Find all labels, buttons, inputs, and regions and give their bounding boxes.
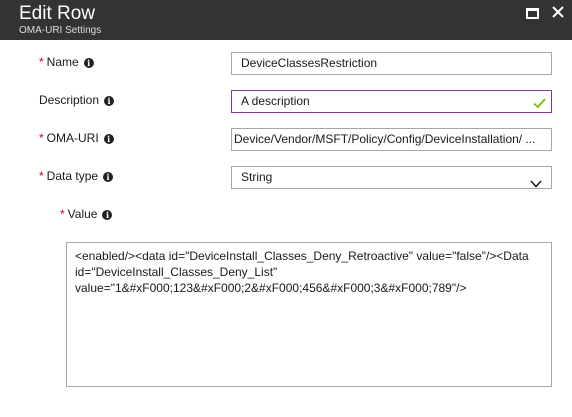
name-label: * Name i	[39, 54, 94, 70]
description-input[interactable]: A description	[231, 90, 552, 113]
maximize-icon[interactable]	[526, 8, 539, 19]
required-marker: *	[60, 207, 65, 221]
chevron-down-icon	[530, 174, 542, 188]
info-icon[interactable]: i	[83, 58, 94, 68]
blade-header: Edit Row OMA-URI Settings	[0, 0, 572, 40]
required-marker: *	[39, 131, 44, 145]
info-icon[interactable]: i	[103, 134, 114, 144]
page-subtitle: OMA-URI Settings	[19, 25, 102, 36]
valid-check-icon	[533, 95, 546, 112]
close-icon[interactable]	[550, 4, 564, 18]
required-marker: *	[39, 55, 44, 69]
name-input[interactable]: DeviceClassesRestriction	[231, 52, 552, 75]
info-icon[interactable]: i	[104, 96, 115, 106]
page-title: Edit Row	[19, 3, 96, 24]
value-label: * Value i	[60, 206, 113, 222]
description-label: Description i	[39, 92, 115, 108]
info-icon[interactable]: i	[102, 210, 113, 220]
data-type-select[interactable]: String	[231, 166, 552, 189]
oma-uri-input[interactable]: Device/Vendor/MSFT/Policy/Config/DeviceI…	[231, 128, 552, 151]
value-textarea[interactable]: <enabled/><data id="DeviceInstall_Classe…	[66, 242, 552, 387]
data-type-label: * Data type i	[39, 168, 114, 184]
info-icon[interactable]: i	[103, 172, 114, 182]
oma-uri-label: * OMA-URI i	[39, 130, 114, 146]
required-marker: *	[39, 169, 44, 183]
